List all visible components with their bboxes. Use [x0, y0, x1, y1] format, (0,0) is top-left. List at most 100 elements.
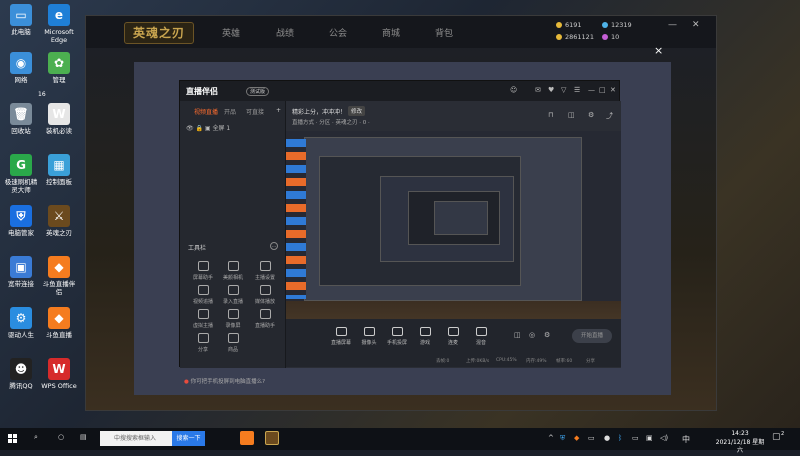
tool-button[interactable]: 视频追播 — [188, 285, 218, 305]
game-nav-shop[interactable]: 商城 — [382, 26, 400, 39]
tray-volume-icon[interactable]: ◁) — [660, 434, 668, 442]
taskbar-search-input[interactable]: 中搜搜索框输入 — [100, 431, 172, 446]
scene-item[interactable]: 👁 🔒 ▣ 全屏 1 — [186, 123, 230, 132]
stat-gold: 6191 — [556, 21, 582, 29]
menu-icon[interactable]: ☰ — [574, 86, 580, 94]
desktop-icon[interactable]: ⚔ 英魂之刃 — [40, 205, 78, 237]
settings-icon[interactable]: ⚙ — [588, 111, 594, 119]
game-close-icon[interactable]: ✕ — [692, 20, 700, 30]
status-item: 分享 — [586, 359, 595, 364]
tool-label: 屏幕助手 — [192, 275, 213, 281]
tool-button[interactable]: 屏幕助手 — [188, 261, 218, 281]
app-version-badge: 测试版 — [246, 87, 270, 96]
app-maximize-icon[interactable]: □ — [599, 86, 606, 94]
notification-icon[interactable]: ▢ — [772, 432, 781, 442]
desktop-icon[interactable]: W WPS Office — [40, 358, 78, 390]
control-button[interactable]: 手机投屏 — [384, 327, 410, 346]
taskbar-search-button[interactable]: 搜索一下 — [172, 431, 205, 446]
control-button[interactable]: 混音 — [468, 327, 494, 346]
game-nav-record[interactable]: 战绩 — [276, 26, 294, 39]
tool-button[interactable]: 主播设置 — [250, 261, 280, 281]
tool-icon — [227, 261, 239, 271]
desktop-icon[interactable]: ▭ 此电脑 — [2, 4, 40, 36]
tray-network-icon[interactable]: ▭ — [588, 434, 595, 442]
phone-stream-hint[interactable]: ● 你可把手机投屏到电脑直播么? — [184, 377, 265, 385]
desktop-icon[interactable]: G 极速刷机精灵大师 — [2, 154, 40, 194]
desktop-icon[interactable]: e Microsoft Edge — [40, 4, 78, 44]
gear-icon[interactable]: ⚙ — [544, 331, 550, 339]
tray-display-icon[interactable]: ▣ — [646, 434, 653, 442]
app-logo: 直播伴侣 — [186, 87, 218, 96]
taskbar-app-douyu[interactable] — [240, 431, 254, 445]
desktop-icon[interactable]: ⚙ 驱动人生 — [2, 307, 40, 339]
start-live-button[interactable]: 开始直播 — [572, 329, 612, 343]
desktop-icon[interactable]: ◉ 网络 — [2, 52, 40, 84]
overlay-close-icon[interactable]: × — [654, 44, 663, 57]
stat-tickets: 10 — [602, 33, 619, 41]
camera-icon[interactable]: ◫ — [568, 111, 575, 119]
tool-button[interactable]: 美颜相机 — [218, 261, 248, 281]
game-nav-guild[interactable]: 公会 — [329, 26, 347, 39]
mail-icon[interactable]: ✉ — [535, 86, 541, 94]
tray-expand-icon[interactable]: ^ — [548, 434, 554, 442]
desktop: ▭ 此电脑 e Microsoft Edge ◉ 网络 ✿ 管理 🗑 回收站 W 装机必读 G 极速刷机精… — [0, 0, 800, 428]
stat-coins: 2861121 — [556, 33, 594, 41]
tray-monitor-icon[interactable]: ▭ — [632, 434, 639, 442]
tray-language[interactable]: 中 — [682, 434, 690, 445]
task-view-icon[interactable]: ▤ — [80, 433, 87, 441]
record-icon[interactable]: ◫ — [514, 331, 521, 339]
tool-button[interactable]: 录入直播 — [218, 285, 248, 305]
desktop-icon[interactable]: ☻ 腾讯QQ — [2, 358, 40, 390]
tools-more-icon[interactable]: … — [270, 242, 278, 250]
tool-label: 视频追播 — [192, 299, 213, 305]
app-close-icon[interactable]: ✕ — [610, 86, 616, 94]
tray-douyu-icon[interactable]: ◆ — [574, 434, 579, 442]
app-minimize-icon[interactable]: — — [588, 86, 595, 94]
control-button[interactable]: 摄像头 — [356, 327, 382, 346]
game-minimize-icon[interactable]: — — [668, 20, 677, 30]
control-button[interactable]: 游戏 — [412, 327, 438, 346]
cortana-icon[interactable]: ○ — [58, 433, 64, 441]
desktop-icon[interactable]: ▣ 宽带连接 — [2, 256, 40, 288]
search-icon[interactable]: ⌕ — [34, 433, 38, 442]
control-button[interactable]: 连麦 — [440, 327, 466, 346]
tab-open[interactable]: 开品 — [224, 107, 236, 116]
eye-icon[interactable]: ◎ — [529, 331, 535, 339]
desktop-icon[interactable]: ⛨ 电脑管家 — [2, 205, 40, 237]
edit-title-button[interactable]: 修改 — [348, 106, 366, 116]
desktop-icon[interactable]: W 装机必读 — [40, 103, 78, 135]
desktop-icon[interactable]: ▦ 控制面板 — [40, 154, 78, 186]
tab-direct[interactable]: 可直接 — [246, 107, 264, 116]
tool-button[interactable]: 分享 — [188, 333, 218, 353]
status-item: 帧率:60 — [556, 359, 573, 364]
desktop-icon[interactable]: ✿ 管理 — [40, 52, 78, 84]
tool-button[interactable]: 直播助手 — [250, 309, 280, 329]
shirt-icon[interactable]: ▽ — [561, 86, 566, 94]
stream-preview[interactable] — [286, 131, 621, 331]
windows-start-icon[interactable] — [8, 434, 18, 444]
tray-bluetooth-icon[interactable]: ᛒ — [618, 434, 622, 442]
avatar-icon[interactable]: ☺ — [510, 86, 517, 94]
desktop-icon[interactable]: 🗑 回收站 — [2, 103, 40, 135]
lock-icon[interactable]: ⊓ — [548, 111, 553, 119]
tool-button[interactable]: 录像屏 — [218, 309, 248, 329]
control-button[interactable]: 直播屏幕 — [328, 327, 354, 346]
taskbar-clock[interactable]: 14:23 2021/12/18 星期六 — [714, 430, 766, 456]
add-scene-icon[interactable]: + — [276, 107, 281, 114]
tool-button[interactable]: 媒体播放 — [250, 285, 280, 305]
tool-button[interactable]: 虚拟主播 — [188, 309, 218, 329]
tray-shield-icon[interactable]: ⛨ — [560, 434, 565, 443]
gift-icon[interactable]: ♥ — [548, 86, 554, 94]
tool-label: 录入直播 — [222, 299, 243, 305]
game-nav-bag[interactable]: 背包 — [435, 26, 453, 39]
desktop-icon[interactable]: ◆ 斗鱼直播 — [40, 307, 78, 339]
control-icon — [419, 327, 431, 336]
game-nav-heroes[interactable]: 英雄 — [222, 26, 240, 39]
share-icon[interactable]: ⤴ — [606, 111, 613, 121]
desktop-app-icon: ✿ — [48, 52, 70, 74]
tray-mic-icon[interactable]: ● — [604, 434, 610, 442]
desktop-icon[interactable]: ◆ 斗鱼直播伴侣 — [40, 256, 78, 296]
tool-button[interactable]: 商品 — [218, 333, 248, 353]
taskbar-app-game[interactable] — [265, 431, 279, 445]
tab-video-live[interactable]: 视频直播 — [194, 107, 218, 116]
